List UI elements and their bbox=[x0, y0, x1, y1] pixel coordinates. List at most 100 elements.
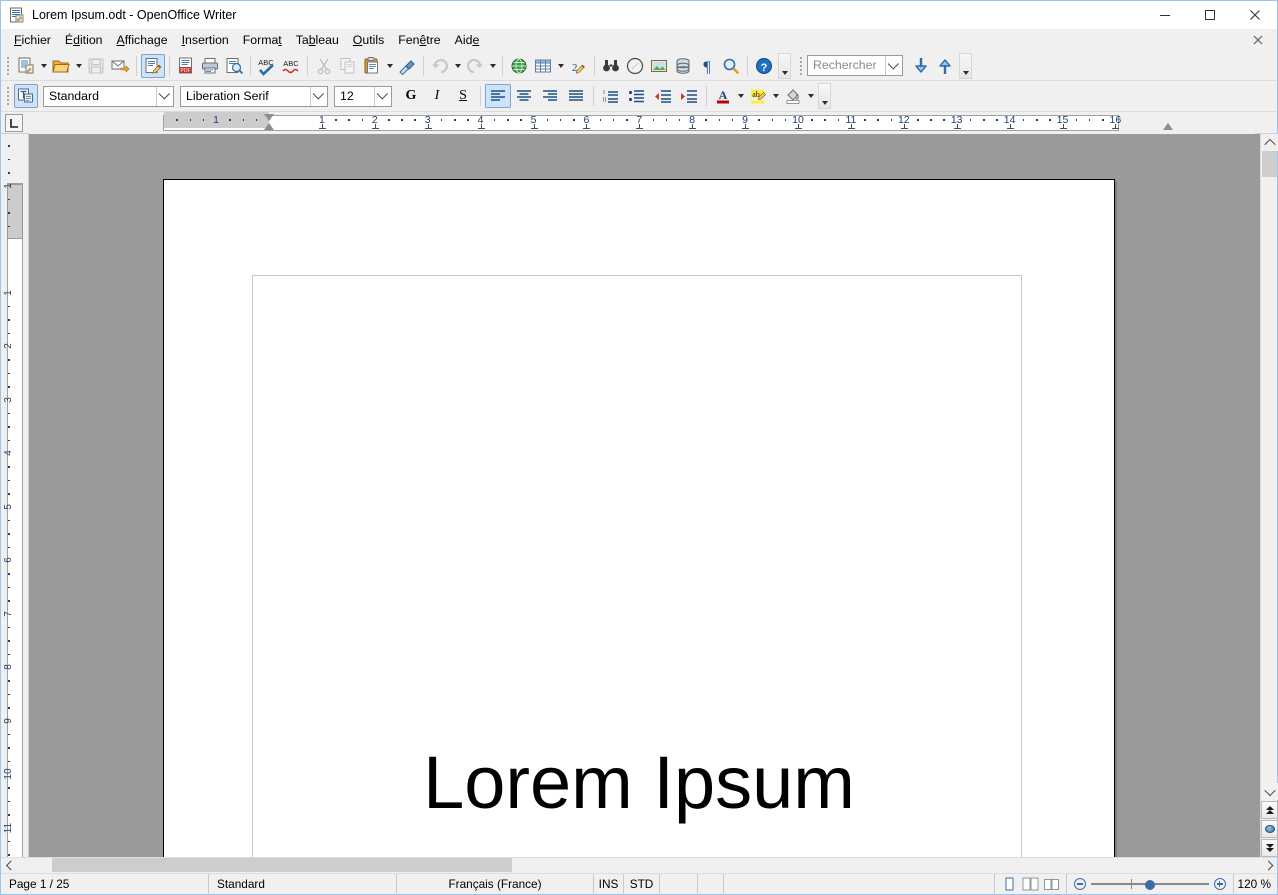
font-color-button[interactable]: A bbox=[711, 84, 735, 108]
document-heading[interactable]: Lorem Ipsum bbox=[164, 740, 1114, 826]
menu-fenetre[interactable]: Fenêtre bbox=[391, 30, 447, 50]
export-pdf-button[interactable]: PDF bbox=[174, 54, 198, 78]
ruler-tab-stop[interactable] bbox=[1063, 124, 1064, 129]
menu-tableau[interactable]: Tableau bbox=[289, 30, 346, 50]
zoom-slider[interactable] bbox=[1066, 874, 1233, 895]
status-page[interactable]: Page 1 / 25 bbox=[1, 874, 209, 895]
decrease-indent-button[interactable] bbox=[650, 84, 676, 108]
single-page-view-button[interactable] bbox=[1001, 877, 1018, 892]
ruler-tab-stop[interactable] bbox=[586, 124, 587, 129]
ruler-tab-stop[interactable] bbox=[639, 124, 640, 129]
zoom-in-button[interactable] bbox=[1214, 878, 1226, 890]
first-line-indent-marker[interactable] bbox=[264, 114, 274, 121]
vertical-split-handle[interactable] bbox=[1254, 484, 1260, 526]
vertical-scroll-thumb[interactable] bbox=[1262, 151, 1277, 177]
autospellcheck-button[interactable]: ABC bbox=[279, 54, 303, 78]
show-draw-functions-button[interactable]: 2 bbox=[566, 54, 590, 78]
cut-button[interactable] bbox=[312, 54, 336, 78]
ruler-tab-stop[interactable] bbox=[1115, 124, 1116, 129]
navigation-button[interactable] bbox=[1261, 820, 1278, 838]
spelling-button[interactable]: ABC bbox=[255, 54, 279, 78]
close-document-icon[interactable] bbox=[1249, 31, 1267, 49]
menu-outils[interactable]: Outils bbox=[346, 30, 391, 50]
formatting-toolbar-grip[interactable] bbox=[4, 85, 11, 107]
search-toolbar-overflow-button[interactable] bbox=[959, 53, 972, 79]
tab-stop-selector-button[interactable] bbox=[5, 114, 23, 132]
vertical-scroll-trough[interactable] bbox=[1261, 151, 1277, 783]
ruler-tab-stop[interactable] bbox=[481, 124, 482, 129]
increase-indent-button[interactable] bbox=[676, 84, 702, 108]
ruler-tab-stop[interactable] bbox=[534, 124, 535, 129]
ruler-tab-stop[interactable] bbox=[1010, 124, 1011, 129]
ruler-tab-stop[interactable] bbox=[428, 124, 429, 129]
menu-fichier[interactable]: Fichier bbox=[7, 30, 58, 50]
ruler-tab-stop[interactable] bbox=[798, 124, 799, 129]
align-right-button[interactable] bbox=[537, 84, 563, 108]
find-replace-button[interactable] bbox=[599, 54, 623, 78]
document-page[interactable]: Lorem Ipsum bbox=[163, 179, 1115, 857]
status-insert-mode[interactable]: INS bbox=[594, 874, 624, 895]
maximize-button[interactable] bbox=[1187, 1, 1232, 29]
undo-dropdown-icon[interactable] bbox=[452, 54, 463, 78]
paste-dropdown-icon[interactable] bbox=[384, 54, 395, 78]
align-left-button[interactable] bbox=[485, 84, 511, 108]
ruler-tab-stop[interactable] bbox=[851, 124, 852, 129]
insert-table-button[interactable] bbox=[531, 54, 555, 78]
help-button[interactable]: ? bbox=[752, 54, 776, 78]
left-indent-marker[interactable] bbox=[264, 123, 274, 130]
toolbar-grip[interactable] bbox=[4, 55, 11, 77]
open-button[interactable] bbox=[49, 54, 73, 78]
undo-button[interactable] bbox=[428, 54, 452, 78]
search-input[interactable]: Rechercher bbox=[807, 55, 903, 76]
minimize-button[interactable] bbox=[1142, 1, 1187, 29]
previous-page-button[interactable] bbox=[1261, 801, 1278, 819]
status-modified[interactable] bbox=[698, 874, 724, 895]
menu-aide[interactable]: Aide bbox=[448, 30, 487, 50]
ruler-tab-stop[interactable] bbox=[692, 124, 693, 129]
horizontal-scroll-thumb[interactable] bbox=[52, 858, 512, 872]
zoom-out-button[interactable] bbox=[1074, 878, 1086, 890]
new-document-button[interactable] bbox=[14, 54, 38, 78]
paragraph-style-combo[interactable]: Standard bbox=[43, 86, 174, 107]
edit-mode-button[interactable] bbox=[141, 54, 165, 78]
scroll-right-button[interactable] bbox=[1260, 858, 1277, 873]
ruler-tab-stop[interactable] bbox=[322, 124, 323, 129]
unordered-list-button[interactable] bbox=[624, 84, 650, 108]
print-button[interactable] bbox=[198, 54, 222, 78]
data-sources-button[interactable] bbox=[671, 54, 695, 78]
ordered-list-button[interactable]: I II bbox=[598, 84, 624, 108]
vertical-ruler[interactable]: 1123456789101112 bbox=[1, 134, 29, 857]
highlighting-button[interactable]: ab bbox=[746, 84, 770, 108]
ruler-tab-stop[interactable] bbox=[745, 124, 746, 129]
scroll-left-button[interactable] bbox=[1, 858, 18, 873]
zoom-slider-track[interactable] bbox=[1091, 878, 1209, 890]
find-previous-button[interactable] bbox=[933, 54, 957, 78]
multi-page-view-button[interactable] bbox=[1022, 877, 1039, 892]
status-page-style[interactable]: Standard bbox=[209, 874, 397, 895]
formatting-toolbar-overflow-button[interactable] bbox=[818, 83, 831, 109]
scroll-up-button[interactable] bbox=[1261, 134, 1278, 151]
font-name-combo[interactable]: Liberation Serif bbox=[180, 86, 328, 107]
clone-formatting-button[interactable] bbox=[395, 54, 419, 78]
save-button[interactable] bbox=[84, 54, 108, 78]
font-color-dropdown-icon[interactable] bbox=[735, 84, 746, 108]
close-button[interactable] bbox=[1232, 1, 1277, 29]
menu-insertion[interactable]: Insertion bbox=[175, 30, 236, 50]
ruler-tab-stop[interactable] bbox=[957, 124, 958, 129]
font-size-combo[interactable]: 12 bbox=[334, 86, 392, 107]
search-history-dropdown-icon[interactable] bbox=[885, 56, 902, 75]
background-color-dropdown-icon[interactable] bbox=[805, 84, 816, 108]
menu-affichage[interactable]: Affichage bbox=[110, 30, 175, 50]
highlighting-dropdown-icon[interactable] bbox=[770, 84, 781, 108]
justify-button[interactable] bbox=[563, 84, 589, 108]
paste-button[interactable] bbox=[360, 54, 384, 78]
book-view-button[interactable] bbox=[1043, 877, 1060, 892]
ruler-tab-stop[interactable] bbox=[375, 124, 376, 129]
ruler-tab-stop[interactable] bbox=[904, 124, 905, 129]
insert-image-button[interactable] bbox=[647, 54, 671, 78]
underline-button[interactable]: S bbox=[450, 84, 476, 108]
find-next-button[interactable] bbox=[909, 54, 933, 78]
zoom-slider-knob[interactable] bbox=[1145, 880, 1155, 890]
email-document-button[interactable] bbox=[108, 54, 132, 78]
menu-format[interactable]: Format bbox=[236, 30, 289, 50]
